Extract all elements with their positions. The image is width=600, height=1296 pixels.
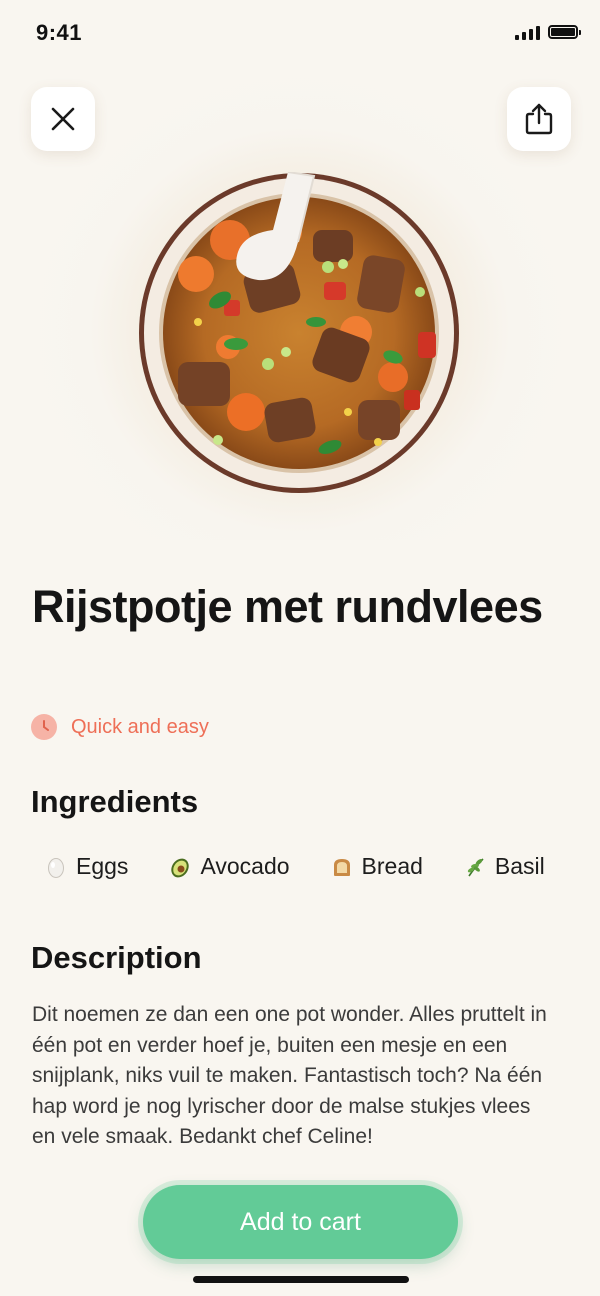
- share-button[interactable]: [507, 87, 571, 151]
- egg-icon: [48, 857, 64, 878]
- add-to-cart-button[interactable]: Add to cart: [143, 1185, 458, 1259]
- home-indicator: [193, 1276, 409, 1283]
- ingredient-label: Bread: [361, 853, 423, 879]
- battery-icon: [548, 25, 581, 39]
- recipe-dish-image: [138, 171, 460, 494]
- ingredient-item-eggs: Eggs: [44, 853, 128, 880]
- share-upload-icon: [525, 103, 553, 135]
- ingredient-label: Avocado: [200, 853, 290, 879]
- ingredients-heading: Ingredients: [31, 784, 199, 819]
- ingredient-label: Basil: [494, 853, 545, 879]
- ingredient-label: Eggs: [76, 853, 129, 879]
- ingredients-list: Eggs Avocado Bread Basil: [44, 853, 574, 880]
- basil-icon: [467, 857, 484, 876]
- recipe-tag: Quick and easy: [31, 714, 209, 740]
- cellular-signal-icon: [515, 24, 540, 40]
- description-heading: Description: [31, 940, 202, 975]
- clock-icon: [31, 714, 57, 740]
- avocado-icon: [171, 858, 190, 877]
- close-x-icon: [51, 107, 75, 131]
- bread-icon: [333, 858, 350, 876]
- description-text: Dit noemen ze dan een one pot wonder. Al…: [32, 1003, 547, 1148]
- status-icons: [515, 24, 581, 40]
- close-button[interactable]: [31, 87, 95, 151]
- ingredient-item-avocado: Avocado: [168, 853, 290, 880]
- ingredient-item-bread: Bread: [330, 853, 423, 880]
- status-time: 9:41: [36, 20, 83, 45]
- recipe-detail-screen: 9:41 Rijstpotje met rundvlees Quick and …: [0, 0, 600, 1296]
- ingredient-item-basil: Basil: [463, 853, 545, 880]
- recipe-title: Rijstpotje met rundvlees: [32, 581, 543, 632]
- recipe-tag-label: Quick and easy: [71, 715, 209, 738]
